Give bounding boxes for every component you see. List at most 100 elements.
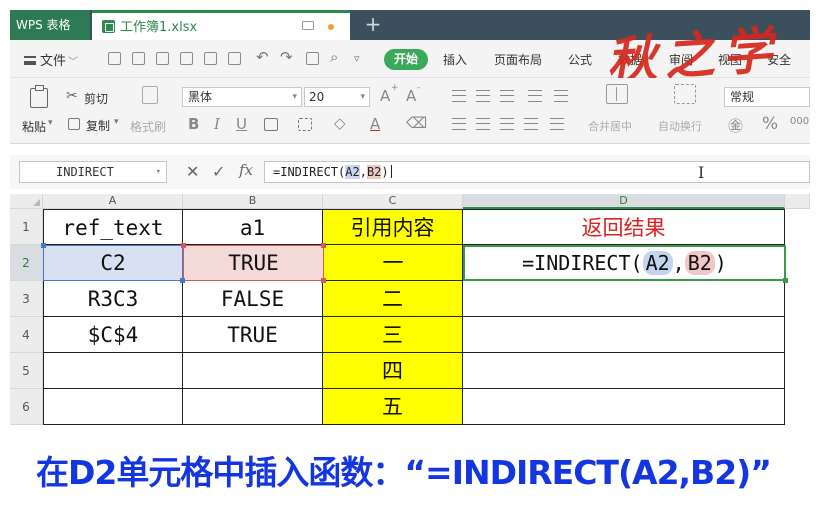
print-preview-icon[interactable]: [204, 52, 217, 65]
cell-a6[interactable]: [43, 389, 183, 425]
confirm-formula-button[interactable]: ✓: [212, 162, 225, 181]
save-icon[interactable]: [156, 52, 169, 65]
merge-center-button[interactable]: 合并居中: [588, 118, 632, 134]
italic-button[interactable]: I: [214, 115, 220, 133]
cell-d6[interactable]: [463, 389, 785, 425]
document-tab[interactable]: 工作簿1.xlsx: [92, 10, 350, 40]
font-color-icon[interactable]: A: [370, 115, 380, 133]
cell-style-icon[interactable]: [298, 118, 312, 131]
column-header-b[interactable]: B: [183, 194, 323, 209]
copy-dropdown-icon[interactable]: ▾: [114, 117, 119, 127]
row-header-6[interactable]: 6: [10, 389, 43, 425]
align-right-icon[interactable]: [500, 118, 514, 130]
tab-home[interactable]: 开始: [384, 49, 428, 70]
row-header-2[interactable]: 2: [10, 245, 43, 281]
cell-d1[interactable]: 返回结果: [463, 209, 785, 245]
currency-icon[interactable]: ㊎: [728, 115, 743, 136]
align-bottom-icon[interactable]: [500, 90, 514, 102]
cut-button[interactable]: 剪切: [84, 90, 108, 107]
cell-a2[interactable]: C2: [43, 245, 183, 281]
shrink-font-button[interactable]: A: [406, 87, 416, 105]
cell-b1[interactable]: a1: [183, 209, 323, 245]
ref-b-handle[interactable]: [321, 243, 326, 248]
cell-d3[interactable]: [463, 281, 785, 317]
cell-b3[interactable]: FALSE: [183, 281, 323, 317]
number-format-select[interactable]: 常规: [724, 87, 810, 107]
new-document-icon[interactable]: [108, 52, 121, 65]
underline-button[interactable]: U: [236, 115, 247, 133]
tab-insert[interactable]: 插入: [443, 51, 467, 68]
cell-d5[interactable]: [463, 353, 785, 389]
format-painter-button[interactable]: 格式刷: [130, 118, 166, 135]
align-left-icon[interactable]: [452, 118, 466, 130]
pdf-icon[interactable]: [306, 52, 319, 65]
font-name-select[interactable]: 黑体 ▾: [182, 87, 302, 107]
search-icon[interactable]: ⌕: [330, 48, 338, 66]
wrap-text-button[interactable]: 自动换行: [658, 118, 702, 134]
tab-page-layout[interactable]: 页面布局: [494, 51, 542, 68]
grow-font-button[interactable]: A: [380, 87, 390, 105]
cell-b6[interactable]: [183, 389, 323, 425]
undo-icon[interactable]: ↶: [256, 48, 269, 66]
open-folder-icon[interactable]: [132, 52, 145, 65]
cell-c4[interactable]: 三: [323, 317, 463, 353]
border-icon[interactable]: [264, 118, 278, 131]
eraser-icon[interactable]: ⌫: [406, 114, 427, 132]
paste-icon[interactable]: [30, 85, 48, 108]
cell-a5[interactable]: [43, 353, 183, 389]
cell-c2[interactable]: 一: [324, 245, 463, 281]
cell-d4[interactable]: [463, 317, 785, 353]
cell-c3[interactable]: 二: [323, 281, 463, 317]
row-header-3[interactable]: 3: [10, 281, 43, 317]
align-top-icon[interactable]: [452, 90, 466, 102]
formula-input[interactable]: =INDIRECT(A2,B2): [264, 161, 810, 183]
align-middle-icon[interactable]: [476, 90, 490, 102]
paste-dropdown-icon[interactable]: ▾: [48, 118, 53, 128]
insert-function-button[interactable]: fx: [239, 161, 253, 179]
copy-button[interactable]: 复制: [86, 117, 110, 134]
cell-b4[interactable]: TRUE: [183, 317, 323, 353]
ref-a-handle[interactable]: [180, 278, 185, 283]
column-header-a[interactable]: A: [43, 194, 183, 209]
ref-b-handle[interactable]: [181, 243, 186, 248]
cell-a1[interactable]: ref_text: [43, 209, 183, 245]
justify-icon[interactable]: [524, 118, 538, 130]
new-tab-button[interactable]: +: [358, 10, 388, 40]
column-header-d[interactable]: D: [463, 194, 785, 209]
row-header-4[interactable]: 4: [10, 317, 43, 353]
paste-button[interactable]: 粘贴: [22, 118, 46, 135]
app-tab[interactable]: WPS 表格: [10, 10, 90, 40]
ref-b-handle[interactable]: [321, 278, 326, 283]
fill-handle[interactable]: [783, 278, 788, 283]
cancel-formula-button[interactable]: ✕: [186, 162, 199, 181]
cell-a3[interactable]: R3C3: [43, 281, 183, 317]
monitor-icon[interactable]: [302, 21, 314, 30]
file-menu[interactable]: 文件 ﹀: [24, 50, 78, 69]
cell-c6[interactable]: 五: [323, 389, 463, 425]
cell-b5[interactable]: [183, 353, 323, 389]
distributed-align-icon[interactable]: [550, 118, 564, 130]
cell-a4[interactable]: $C$4: [43, 317, 183, 353]
name-box[interactable]: INDIRECT ▾: [19, 161, 167, 183]
cell-d2-editing[interactable]: =INDIRECT(A2, B2): [463, 245, 786, 281]
column-header-c[interactable]: C: [323, 194, 463, 209]
decrease-indent-icon[interactable]: [528, 90, 542, 102]
cell-b2[interactable]: TRUE: [183, 245, 324, 281]
select-all-corner[interactable]: [10, 194, 43, 209]
row-header-1[interactable]: 1: [10, 209, 43, 245]
bold-button[interactable]: B: [188, 115, 199, 133]
quick-access-dropdown-icon[interactable]: ▿: [354, 52, 360, 65]
cell-c5[interactable]: 四: [323, 353, 463, 389]
column-header-e[interactable]: [785, 194, 810, 209]
align-center-icon[interactable]: [476, 118, 490, 130]
print-icon[interactable]: [180, 52, 193, 65]
cell-c1[interactable]: 引用内容: [323, 209, 463, 245]
row-header-5[interactable]: 5: [10, 353, 43, 389]
redo-icon[interactable]: ↷: [280, 48, 293, 66]
thousands-separator-icon[interactable]: 000: [790, 116, 809, 127]
increase-indent-icon[interactable]: [554, 90, 568, 102]
tab-formulas[interactable]: 公式: [568, 51, 592, 68]
fill-color-icon[interactable]: ◇: [334, 114, 346, 132]
font-size-select[interactable]: 20 ▾: [304, 87, 370, 107]
percent-button[interactable]: %: [762, 114, 778, 134]
